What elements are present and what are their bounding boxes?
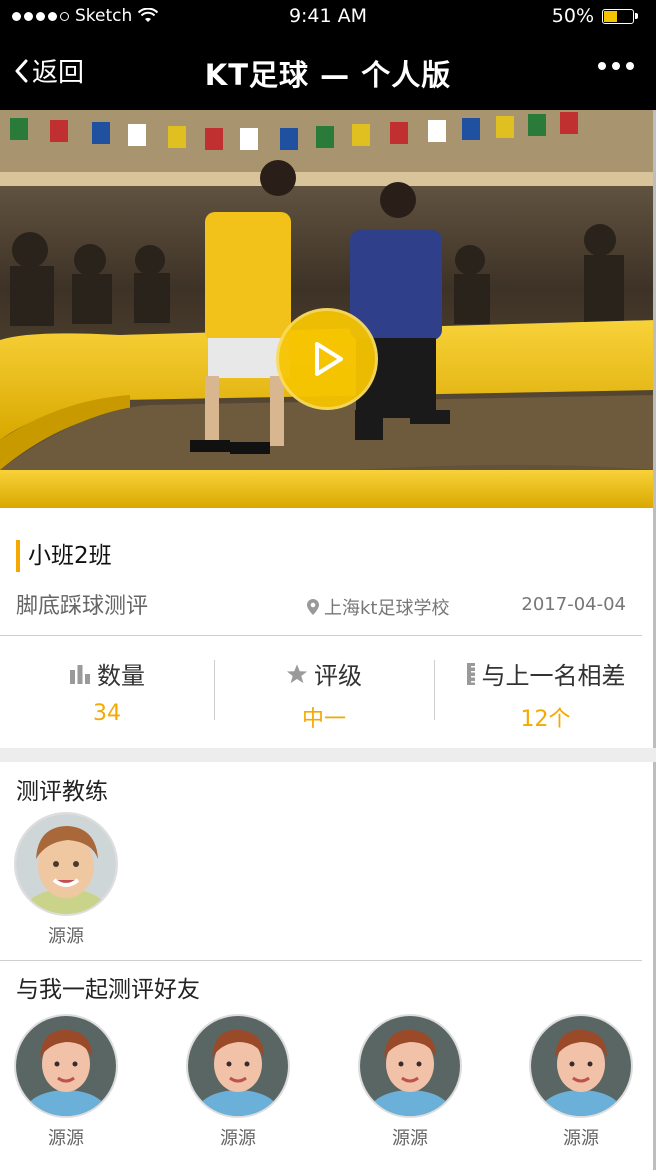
battery-percent: 50% [551,5,594,27]
star-icon [286,663,308,683]
friend-name: 源源 [48,1128,84,1149]
location: 上海kt足球学校 [306,594,449,620]
stat-gap: 与上一名相差 12个 [435,638,656,746]
friend-name: 源源 [220,1128,256,1149]
friend-name: 源源 [392,1128,428,1149]
stat-count-value: 34 [93,701,121,726]
class-name: 小班2班 [16,540,112,572]
stat-gap-value: 12个 [520,707,571,732]
play-icon [315,342,343,376]
coach-avatar-image [16,814,116,914]
test-name: 脚底踩球测评 [16,594,149,619]
page-title: KT足球 — 个人版 [204,58,452,92]
friend-item[interactable]: 源源 [356,1014,464,1150]
stat-rating-label: 评级 [314,662,362,690]
status-bar: Sketch 9:41 AM 50% [0,0,656,32]
test-date: 2017-04-04 [521,594,626,615]
stat-rating: 评级 中一 [215,638,433,746]
location-text: 上海kt足球学校 [324,598,450,619]
more-button[interactable] [598,62,634,70]
location-pin-icon [307,599,319,615]
more-dot-icon [626,62,634,70]
stats-row: 数量 34 评级 中一 与上一名相差 12个 [0,638,656,746]
stat-rating-value: 中一 [301,707,346,732]
more-dot-icon [612,62,620,70]
friend-item[interactable]: 源源 [527,1014,635,1150]
stat-gap-label: 与上一名相差 [481,662,626,690]
friend-avatar-image [16,1016,116,1116]
friend-avatar-image [531,1016,631,1116]
video-cover[interactable] [0,110,656,508]
ruler-icon [466,662,475,685]
bar-chart-icon [70,664,90,684]
section-separator [0,748,656,762]
more-dot-icon [598,62,606,70]
stat-count-label: 数量 [97,662,145,690]
battery-icon [602,8,638,24]
stat-count: 数量 34 [0,638,214,746]
coaches-title: 测评教练 [16,779,108,805]
friend-item[interactable]: 源源 [12,1014,120,1150]
avatar [14,1014,118,1118]
coach-name: 源源 [48,926,84,947]
friend-avatar-image [360,1016,460,1116]
coach-item[interactable]: 源源 [12,812,120,948]
divider [0,960,642,961]
play-button[interactable] [276,308,378,410]
friend-item[interactable]: 源源 [184,1014,292,1150]
avatar [358,1014,462,1118]
stat-label: 数量 [0,656,214,691]
stat-label: 评级 [215,656,433,691]
avatar [186,1014,290,1118]
friends-title: 与我一起测评好友 [16,977,200,1003]
friend-name: 源源 [563,1128,599,1149]
friend-avatar-image [188,1016,288,1116]
avatar [529,1014,633,1118]
stat-label: 与上一名相差 [435,656,656,691]
divider [0,635,642,636]
avatar [14,812,118,916]
status-right: 50% [551,5,638,27]
nav-bar: 返回 KT足球 — 个人版 [0,32,656,110]
